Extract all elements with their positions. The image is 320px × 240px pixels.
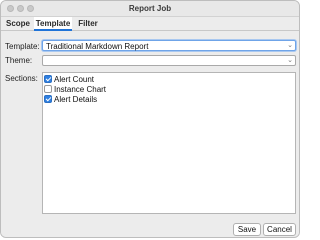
theme-dropdown[interactable]: ⌄ bbox=[42, 55, 296, 66]
tab-filter[interactable]: Filter bbox=[73, 17, 103, 31]
section-label: Instance Chart bbox=[54, 84, 107, 94]
section-item-alert-count[interactable]: Alert Count bbox=[44, 74, 94, 84]
sections-list: Alert Count Instance Chart Alert Details bbox=[42, 72, 296, 214]
checkbox-unchecked[interactable] bbox=[44, 85, 52, 93]
section-label: Alert Details bbox=[54, 94, 98, 104]
template-dropdown[interactable]: Traditional Markdown Report ⌄ bbox=[42, 40, 296, 51]
dialog-footer: Save Cancel bbox=[1, 217, 299, 237]
chevron-down-icon: ⌄ bbox=[287, 57, 293, 64]
template-value: Traditional Markdown Report bbox=[46, 42, 149, 51]
tab-bar: Scope Template Filter bbox=[1, 17, 299, 31]
cancel-button[interactable]: Cancel bbox=[263, 223, 296, 236]
tab-template[interactable]: Template bbox=[34, 17, 72, 31]
section-item-instance-chart[interactable]: Instance Chart bbox=[44, 84, 106, 94]
checkbox-checked[interactable] bbox=[44, 95, 52, 103]
section-label: Alert Count bbox=[54, 74, 95, 84]
save-button[interactable]: Save bbox=[233, 223, 261, 236]
window-title: Report Job bbox=[128, 4, 172, 13]
template-panel: Template: Traditional Markdown Report ⌄ … bbox=[1, 32, 299, 217]
tab-scope[interactable]: Scope bbox=[3, 17, 33, 31]
template-label: Template: bbox=[5, 42, 40, 51]
sections-label: Sections: bbox=[5, 74, 38, 83]
theme-label: Theme: bbox=[5, 56, 33, 65]
report-job-dialog: Report Job Scope Template Filter Templat… bbox=[0, 0, 300, 238]
section-item-alert-details[interactable]: Alert Details bbox=[44, 94, 97, 104]
title-bar: Report Job bbox=[1, 1, 299, 17]
checkbox-checked[interactable] bbox=[44, 75, 52, 83]
chevron-down-icon: ⌄ bbox=[287, 42, 293, 49]
